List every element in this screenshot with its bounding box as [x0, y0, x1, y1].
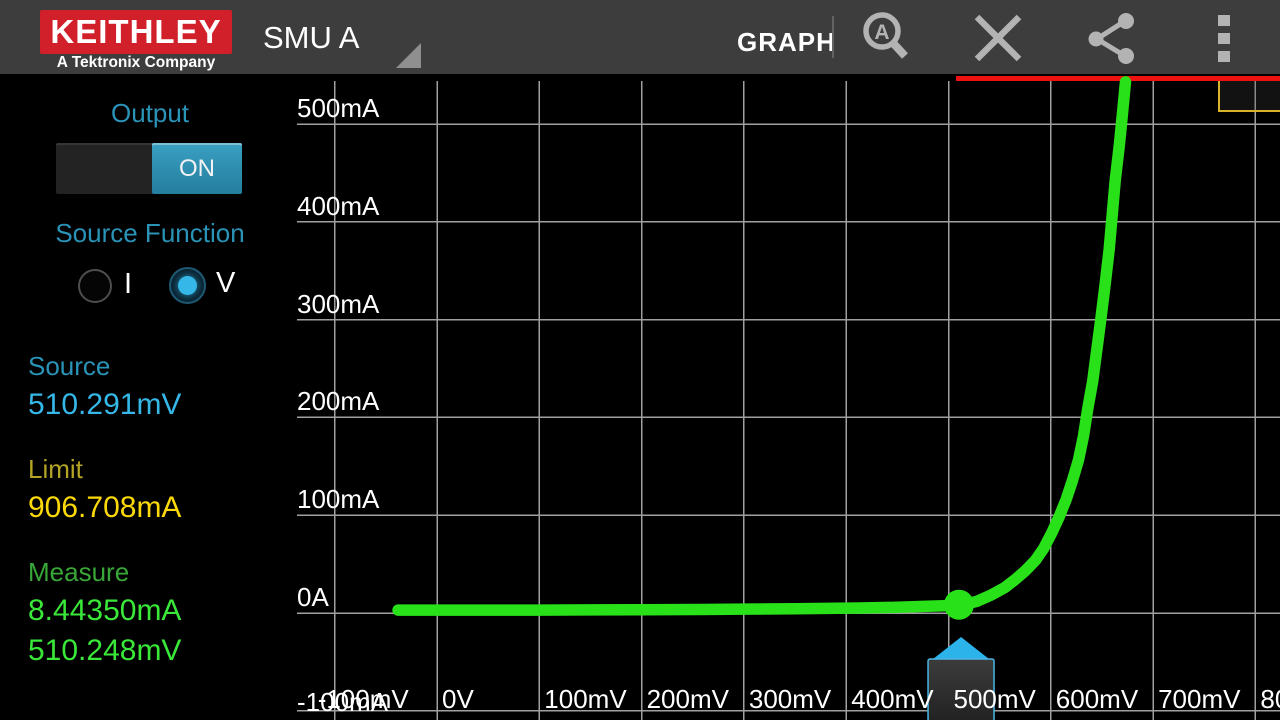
smu-app-window: 500mA400mA300mA200mA100mA0A-100mA -100mV… [0, 0, 1280, 720]
measure-current-value: 8.44350mA [28, 594, 181, 628]
compliance-indicator-line [956, 76, 1280, 81]
share-icon [1081, 8, 1141, 68]
cursor-handle[interactable] [928, 637, 994, 720]
channel-label: SMU A [263, 20, 359, 56]
close-button[interactable] [966, 6, 1030, 70]
logo-text: KEITHLEY [50, 13, 221, 51]
output-toggle-thumb: ON [152, 143, 242, 194]
radio-source-current[interactable] [78, 269, 112, 303]
keithley-logo: KEITHLEY [40, 10, 232, 54]
source-label: Source [28, 351, 181, 382]
channel-dropdown[interactable]: SMU A [248, 0, 428, 74]
source-function-label: Source Function [0, 218, 300, 249]
limit-label: Limit [28, 454, 181, 485]
source-value[interactable]: 510.291mV [28, 388, 181, 422]
app-bar: KEITHLEY A Tektronix Company SMU A GRAPH… [0, 0, 1280, 74]
close-icon [968, 8, 1028, 68]
measure-point-marker[interactable] [944, 590, 974, 620]
logo-subtext: A Tektronix Company [40, 54, 232, 72]
radio-source-voltage[interactable] [169, 267, 206, 304]
autoscale-zoom-button[interactable]: A [854, 6, 918, 70]
radio-current-label: I [124, 268, 132, 301]
output-label: Output [0, 98, 300, 129]
radio-selected-dot [178, 276, 197, 295]
cursor-triangle [933, 637, 989, 659]
measure-readout-group: Measure 8.44350mA 510.248mV [28, 557, 181, 668]
measure-label: Measure [28, 557, 181, 588]
limit-value[interactable]: 906.708mA [28, 491, 181, 525]
cursor-grip [928, 659, 994, 720]
overflow-menu-button[interactable] [1192, 6, 1256, 70]
view-title: GRAPH [737, 27, 836, 58]
output-toggle-switch[interactable]: ON [56, 143, 242, 194]
limit-readout-group: Limit 906.708mA [28, 454, 181, 525]
dropdown-caret-icon [396, 43, 421, 68]
overflow-menu-icon [1194, 8, 1254, 68]
svg-text:A: A [874, 21, 889, 44]
source-readout-group: Source 510.291mV [28, 351, 181, 422]
magnifier-a-icon: A [856, 8, 916, 68]
radio-voltage-label: V [216, 267, 235, 300]
share-button[interactable] [1079, 6, 1143, 70]
measure-voltage-value: 510.248mV [28, 634, 181, 668]
bar-divider [832, 16, 834, 58]
zoom-extent-indicator [1219, 80, 1280, 111]
iv-curve-trace [398, 82, 1125, 610]
